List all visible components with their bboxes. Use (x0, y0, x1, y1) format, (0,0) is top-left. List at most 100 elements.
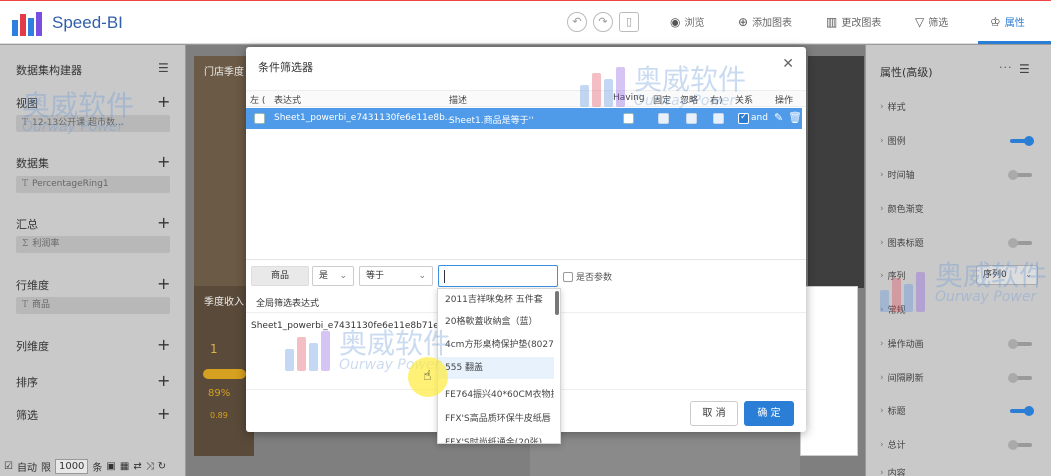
chart-card-dark[interactable] (808, 56, 864, 288)
timeline-toggle[interactable] (1008, 170, 1032, 180)
row-dim-field[interactable]: T 商品 (16, 297, 170, 314)
toolbar-properties-label: 属性 (1004, 18, 1025, 29)
is-param-checkbox[interactable] (563, 271, 573, 282)
chevron-right-icon: › (880, 338, 884, 349)
dropdown-option[interactable]: FE764振兴40*60CM衣物护 (438, 384, 554, 406)
left-paren-checkbox[interactable] (254, 113, 265, 124)
redo-icon[interactable]: ↷ (593, 12, 613, 32)
having-checkbox[interactable] (623, 113, 634, 124)
refresh-toggle[interactable] (1008, 373, 1032, 383)
save-icon[interactable]: ▣ (106, 461, 115, 472)
add-dataset-button[interactable]: + (157, 154, 170, 170)
prop-refresh[interactable]: › 间隔刷新 (880, 371, 924, 385)
prop-series[interactable]: › 序列 (880, 269, 906, 283)
toolbar-properties[interactable]: ♔ 属性 (990, 14, 1025, 30)
filter-value-input[interactable] (438, 265, 558, 287)
prop-content-label: 内容 (887, 469, 906, 476)
toolbar-add-chart[interactable]: ⊕ 添加图表 (738, 14, 792, 30)
value-dropdown[interactable]: 2011吉祥咪兔杯 五件套 20格軟蓋收納盒（蓝） 4cm方形桌椅保护垫(802… (437, 288, 561, 444)
add-sort-button[interactable]: + (157, 373, 170, 389)
auto-checkbox[interactable]: ☑ (4, 461, 13, 472)
app-logo: Speed-BI (12, 10, 123, 36)
dataset-field[interactable]: T PercentageRing1 (16, 176, 170, 193)
mobile-preview-icon[interactable]: ▯ (619, 12, 639, 32)
summary-field[interactable]: Σ 利润率 (16, 236, 170, 253)
fixed-checkbox[interactable] (658, 113, 669, 124)
chart-title-toggle[interactable] (1008, 238, 1032, 248)
shuffle-icon[interactable]: ⤨ (146, 461, 154, 472)
prop-title[interactable]: › 标题 (880, 404, 906, 418)
toolbar-filter[interactable]: ▽ 筛选 (915, 14, 949, 30)
prop-content[interactable]: › 内容 (880, 466, 906, 476)
add-row-dim-button[interactable]: + (157, 276, 170, 292)
panel-title: 数据集构建器 (16, 64, 82, 77)
toolbar-filter-label: 筛选 (928, 18, 949, 29)
swap-icon[interactable]: ⇄ (133, 461, 141, 472)
limit-input[interactable]: 1000 (54, 459, 89, 474)
dropdown-scrollbar[interactable] (555, 291, 559, 315)
animation-toggle[interactable] (1008, 339, 1032, 349)
ok-button[interactable]: 确 定 (744, 401, 794, 426)
title-toggle[interactable] (1010, 406, 1034, 416)
more-options-icon[interactable]: ··· (999, 61, 1013, 74)
is-param-option[interactable]: 是否参数 (563, 270, 612, 283)
chart-card-white[interactable] (800, 286, 858, 456)
add-summary-button[interactable]: + (157, 215, 170, 231)
edit-icon[interactable]: ✎ (774, 111, 783, 124)
ignore-checkbox[interactable] (686, 113, 697, 124)
prop-animation[interactable]: › 操作动画 (880, 337, 924, 351)
text-type-icon: T (22, 179, 29, 189)
dropdown-option[interactable]: FFX'S高品质环保牛皮纸唇 (438, 408, 554, 430)
text-type-icon: T (22, 118, 29, 128)
add-filter-button[interactable]: + (157, 406, 170, 422)
collapse-menu-icon[interactable]: ☰ (158, 61, 169, 75)
chart-card-store-title: 门店季度 (204, 67, 244, 78)
chevron-right-icon: › (880, 372, 884, 383)
undo-icon[interactable]: ↶ (567, 12, 587, 32)
dropdown-option[interactable]: 20格軟蓋收納盒（蓝） (438, 311, 554, 333)
prop-legend[interactable]: › 图例 (880, 134, 906, 148)
dialog-title: 条件筛选器 (258, 61, 313, 74)
toolbar-preview[interactable]: ◉ 浏览 (670, 14, 704, 30)
legend-toggle[interactable] (1010, 136, 1034, 146)
toolbar-change-chart[interactable]: ▥ 更改图表 (826, 14, 881, 30)
collapse-menu-icon[interactable]: ☰ (1019, 62, 1030, 76)
dropdown-option[interactable]: FFX'S时尚纸通金(20张) (438, 432, 554, 443)
prop-timeline[interactable]: › 时间轴 (880, 168, 915, 182)
refresh-icon[interactable]: ↻ (158, 461, 166, 472)
sum-type-icon: Σ (22, 239, 29, 249)
section-filter-label: 筛选 (16, 409, 38, 422)
filter-row[interactable]: Sheet1_powerbi_e7431130fe6e11e8b... Shee… (246, 108, 802, 129)
total-toggle[interactable] (1008, 440, 1032, 450)
prop-title-label: 标题 (887, 407, 906, 417)
prop-chart-title[interactable]: › 图表标题 (880, 236, 924, 250)
prop-timeline-label: 时间轴 (887, 171, 915, 181)
add-col-dim-button[interactable]: + (157, 337, 170, 353)
prop-style[interactable]: › 样式 (880, 100, 906, 114)
logo-icon (12, 10, 46, 36)
cancel-button[interactable]: 取 消 (690, 401, 738, 426)
view-field[interactable]: T 12-13公开课 超市数... (16, 115, 170, 132)
dropdown-option[interactable]: 4cm方形桌椅保护垫(8027) (438, 334, 554, 356)
right-paren-checkbox[interactable] (713, 113, 724, 124)
dropdown-option[interactable]: 2011吉祥咪兔杯 五件套 (438, 289, 554, 311)
chart-card-store[interactable] (194, 56, 254, 288)
trash-icon[interactable]: 🗑 (788, 111, 802, 124)
col-left-paren: 左 ( (250, 96, 266, 106)
prop-general[interactable]: › 常规 (880, 303, 906, 317)
filter-field-button[interactable]: 商品 (251, 266, 309, 286)
negation-select[interactable]: 是 ⌄ (312, 266, 354, 286)
operator-select[interactable]: 等于 ⌄ (359, 266, 433, 286)
prop-style-label: 样式 (887, 103, 906, 113)
dropdown-option[interactable]: 555 翻盖 (438, 357, 554, 379)
chevron-down-icon: ⌄ (418, 271, 426, 281)
series-select[interactable]: 序列0 ⌄ (976, 265, 1038, 285)
prop-total[interactable]: › 总计 (880, 438, 906, 452)
table-icon[interactable]: ▦ (120, 461, 129, 472)
prop-gradient[interactable]: › 颜色渐变 (880, 202, 924, 216)
prop-series-label: 序列 (887, 272, 906, 282)
relation-checkbox[interactable] (738, 112, 749, 124)
close-icon[interactable]: ✕ (782, 56, 794, 72)
view-field-label: 12-13公开课 超市数... (32, 118, 124, 128)
add-view-button[interactable]: + (157, 94, 170, 110)
